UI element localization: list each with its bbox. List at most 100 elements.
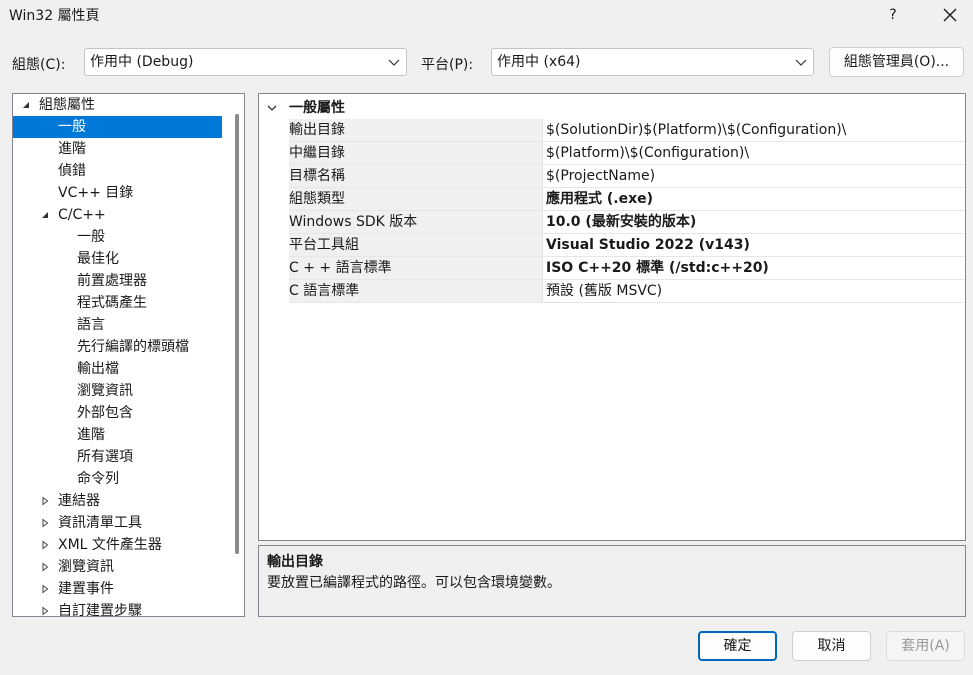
property-name: 輸出目錄	[289, 119, 542, 141]
help-button[interactable]: ?	[880, 4, 906, 26]
tree-item[interactable]: 一般	[13, 116, 222, 138]
chevron-down-icon	[388, 59, 400, 66]
property-name: C + + 語言標準	[289, 257, 542, 279]
apply-button[interactable]: 套用(A)	[886, 631, 965, 661]
tree-item-label: 前置處理器	[77, 273, 147, 289]
property-row[interactable]: 輸出目錄 $(SolutionDir)$(Platform)\$(Configur…	[259, 119, 965, 142]
tree-item[interactable]: 輸出檔	[13, 358, 229, 380]
expanded-triangle-icon[interactable]	[21, 100, 31, 110]
configuration-dropdown[interactable]: 作用中 (Debug)	[84, 48, 407, 76]
column-divider	[542, 142, 543, 164]
tree-item[interactable]: 前置處理器	[13, 270, 229, 292]
column-divider	[542, 280, 543, 302]
collapsed-triangle-icon[interactable]	[40, 562, 50, 572]
tree-item-label: 輸出檔	[77, 361, 119, 377]
property-row[interactable]: Windows SDK 版本 10.0 (最新安裝的版本)	[259, 211, 965, 234]
tree-item[interactable]: 程式碼產生	[13, 292, 229, 314]
tree-item[interactable]: C/C++	[13, 204, 229, 226]
property-value[interactable]: $(SolutionDir)$(Platform)\$(Configuratio…	[546, 119, 846, 141]
configuration-manager-button[interactable]: 組態管理員(O)...	[829, 47, 964, 77]
property-value[interactable]: $(ProjectName)	[546, 165, 655, 187]
tree-scrollbar[interactable]	[231, 94, 244, 616]
configuration-label: 組態(C):	[12, 57, 66, 73]
tree-item-label: XML 文件產生器	[58, 537, 162, 553]
property-name: 平台工具組	[289, 234, 542, 256]
tree-item-label: 語言	[77, 317, 105, 333]
tree-item[interactable]: VC++ 目錄	[13, 182, 229, 204]
property-name: C 語言標準	[289, 280, 542, 302]
property-value[interactable]: 應用程式 (.exe)	[546, 188, 653, 210]
close-button[interactable]	[937, 4, 963, 26]
row-divider	[289, 302, 965, 303]
description-pane: 輸出目錄 要放置已編譯程式的路徑。可以包含環境變數。	[258, 545, 966, 617]
tree-item-label: 連結器	[58, 493, 100, 509]
column-divider	[542, 165, 543, 187]
property-tree[interactable]: 組態屬性 一般 進階 偵錯 VC++ 目錄 C/C++ 一般 最佳化 前置處理器 程式碼產生 語言先…	[12, 93, 245, 617]
property-grid: 一般屬性 輸出目錄 $(SolutionDir)$(Platform)\$(Con…	[258, 93, 966, 541]
collapsed-triangle-icon[interactable]	[40, 518, 50, 528]
collapsed-triangle-icon[interactable]	[40, 584, 50, 594]
tree-item-label: C/C++	[58, 207, 106, 223]
collapsed-triangle-icon[interactable]	[40, 606, 50, 616]
property-value[interactable]: $(Platform)\$(Configuration)\	[546, 142, 749, 164]
tree-item-label: 最佳化	[77, 251, 119, 267]
tree-item[interactable]: XML 文件產生器	[13, 534, 229, 556]
tree-item[interactable]: 最佳化	[13, 248, 229, 270]
property-row[interactable]: 平台工具組 Visual Studio 2022 (v143)	[259, 234, 965, 257]
tree-item-label: VC++ 目錄	[58, 185, 134, 201]
property-row[interactable]: 目標名稱 $(ProjectName)	[259, 165, 965, 188]
platform-dropdown[interactable]: 作用中 (x64)	[491, 48, 814, 76]
tree-item-label: 偵錯	[58, 163, 86, 179]
column-divider	[542, 234, 543, 256]
tree-item[interactable]: 資訊清單工具	[13, 512, 229, 534]
tree-item[interactable]: 先行編譯的標頭檔	[13, 336, 229, 358]
close-icon	[943, 8, 957, 22]
property-row[interactable]: 組態類型 應用程式 (.exe)	[259, 188, 965, 211]
property-name: 目標名稱	[289, 165, 542, 187]
tree-item[interactable]: 進階	[13, 138, 229, 160]
tree-item[interactable]: 建置事件	[13, 578, 229, 600]
property-value[interactable]: 10.0 (最新安裝的版本)	[546, 211, 696, 233]
tree-item[interactable]: 命令列	[13, 468, 229, 490]
tree-item-label: 資訊清單工具	[58, 515, 142, 531]
property-name: 中繼目錄	[289, 142, 542, 164]
category-label: 一般屬性	[289, 100, 345, 116]
tree-item[interactable]: 一般	[13, 226, 229, 248]
title-bar: Win32 屬性頁 ?	[0, 0, 973, 30]
tree-scrollbar-thumb[interactable]	[235, 114, 239, 554]
tree-item-label: 組態屬性	[39, 97, 95, 113]
property-row[interactable]: 中繼目錄 $(Platform)\$(Configuration)\	[259, 142, 965, 165]
tree-item-label: 瀏覽資訊	[58, 559, 114, 575]
tree-item[interactable]: 語言	[13, 314, 229, 336]
tree-item[interactable]: 連結器	[13, 490, 229, 512]
tree-item[interactable]: 瀏覽資訊	[13, 556, 229, 578]
column-divider	[542, 119, 543, 141]
category-header[interactable]: 一般屬性	[259, 97, 965, 119]
property-name: Windows SDK 版本	[289, 211, 542, 233]
property-value[interactable]: 預設 (舊版 MSVC)	[546, 280, 662, 302]
platform-label: 平台(P):	[421, 57, 474, 73]
property-row[interactable]: C 語言標準 預設 (舊版 MSVC)	[259, 280, 965, 303]
tree-item-label: 進階	[58, 141, 86, 157]
tree-item-label: 進階	[77, 427, 105, 443]
tree-item[interactable]: 進階	[13, 424, 229, 446]
window-title: Win32 屬性頁	[9, 8, 100, 24]
property-value[interactable]: Visual Studio 2022 (v143)	[546, 234, 750, 256]
tree-item[interactable]: 組態屬性	[13, 94, 229, 116]
description-text: 要放置已編譯程式的路徑。可以包含環境變數。	[267, 575, 561, 591]
description-title: 輸出目錄	[267, 554, 323, 570]
tree-item[interactable]: 偵錯	[13, 160, 229, 182]
collapsed-triangle-icon[interactable]	[40, 540, 50, 550]
tree-item[interactable]: 外部包含	[13, 402, 229, 424]
expanded-triangle-icon[interactable]	[40, 210, 50, 220]
ok-button[interactable]: 確定	[698, 631, 777, 661]
property-row[interactable]: C + + 語言標準 ISO C++20 標準 (/std:c++20)	[259, 257, 965, 280]
tree-item[interactable]: 所有選項	[13, 446, 229, 468]
cancel-button[interactable]: 取消	[792, 631, 871, 661]
tree-item-label: 外部包含	[77, 405, 133, 421]
tree-item[interactable]: 自訂建置步驟	[13, 600, 229, 617]
tree-item[interactable]: 瀏覽資訊	[13, 380, 229, 402]
tree-item-label: 自訂建置步驟	[58, 603, 142, 617]
property-value[interactable]: ISO C++20 標準 (/std:c++20)	[546, 257, 769, 279]
collapsed-triangle-icon[interactable]	[40, 496, 50, 506]
